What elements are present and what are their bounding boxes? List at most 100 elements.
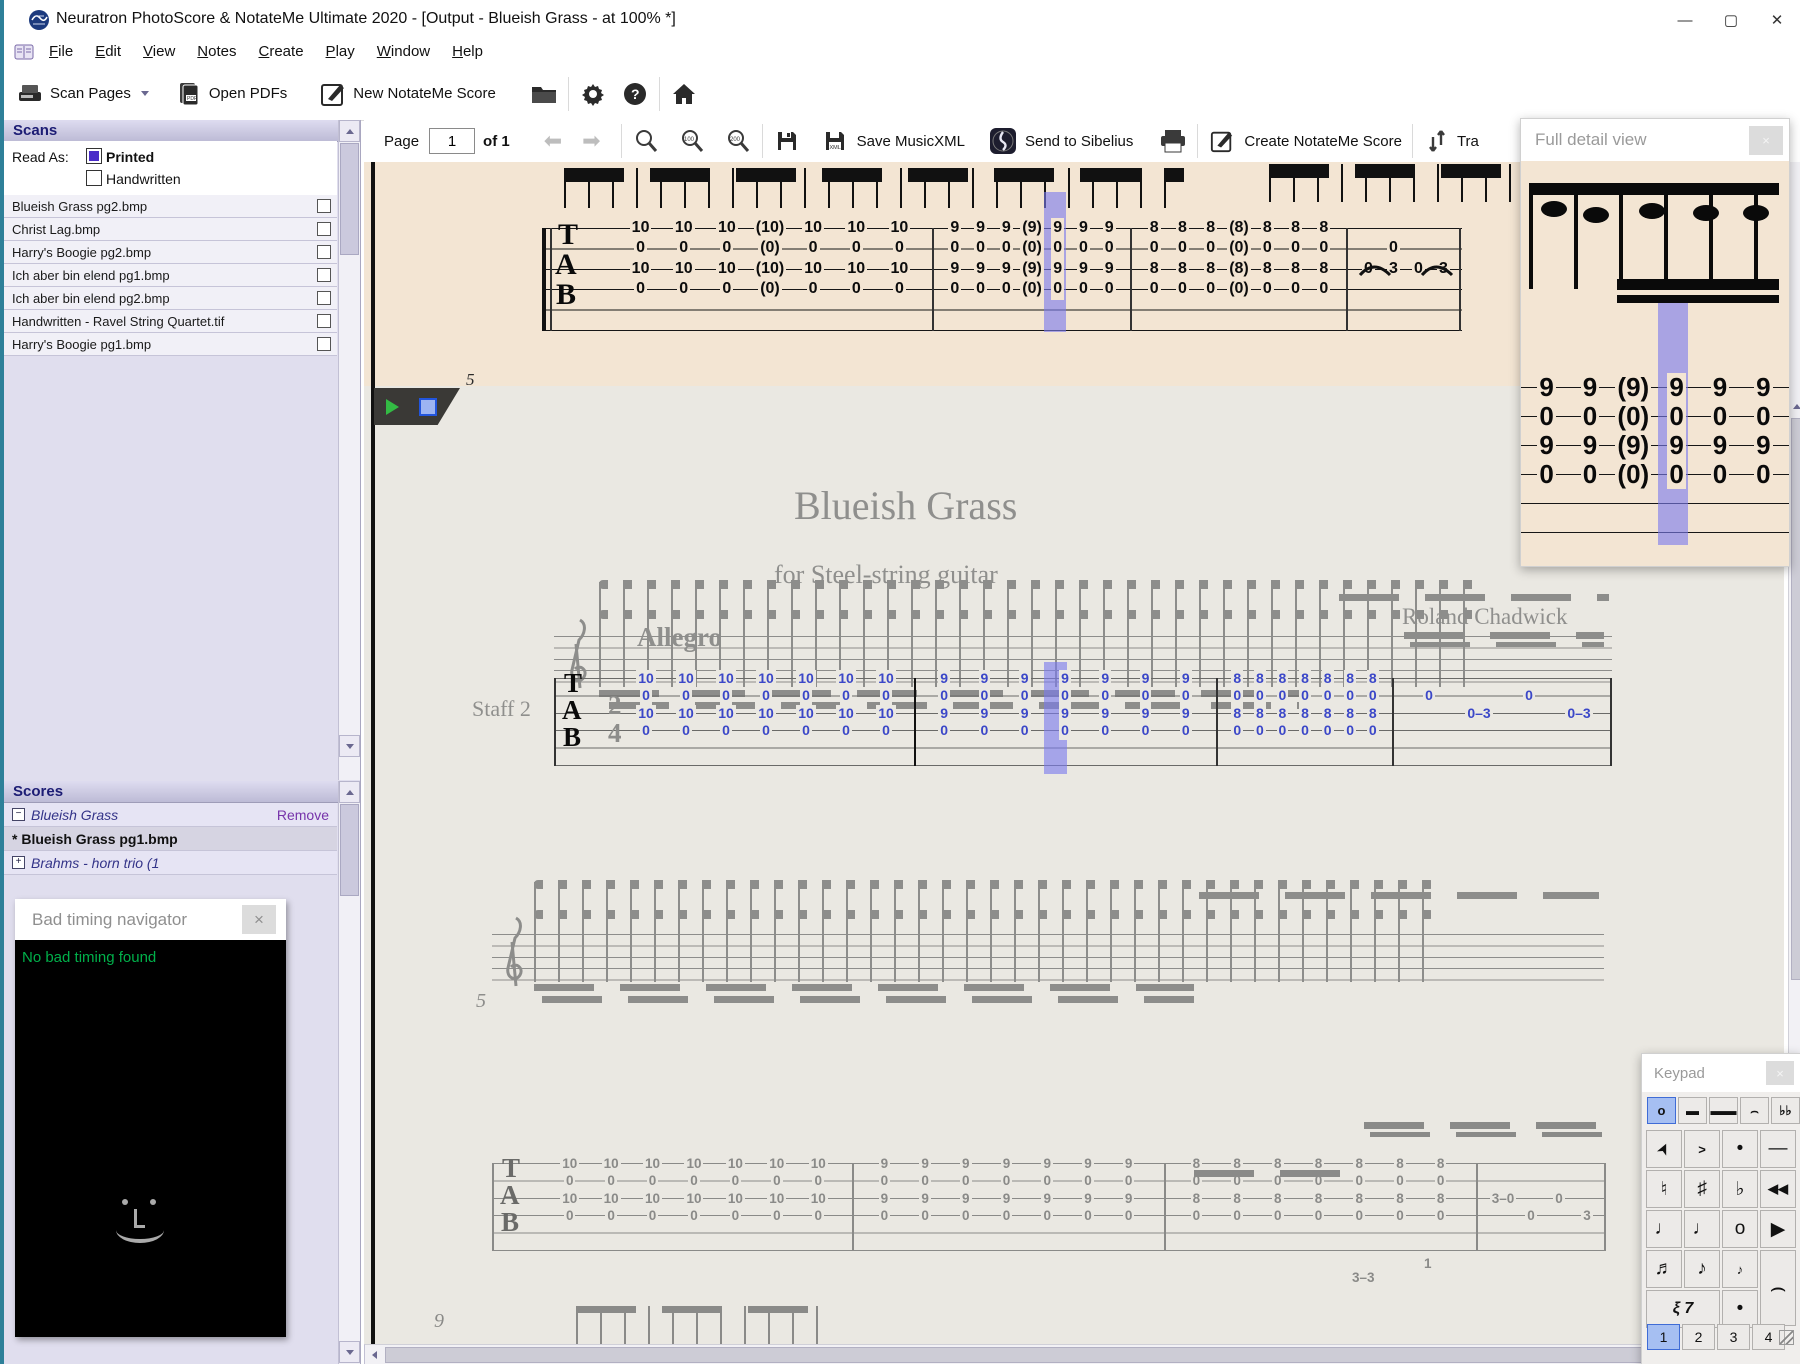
tab-column[interactable]: 10 0 10 0 [786,670,826,740]
menu-item[interactable]: Help [442,40,493,63]
tab-column[interactable]: 10 0 10 0 [866,670,906,740]
close-icon[interactable]: × [1749,125,1783,155]
tab-column[interactable]: 9090 [864,1155,905,1225]
tab-column[interactable]: 10 0 10 0 [590,1155,631,1225]
tab-column[interactable]: 9090 [1125,670,1165,740]
keypad-button[interactable]: ♪ [1684,1250,1720,1288]
keypad-tool-button[interactable]: o [1647,1097,1676,1124]
close-icon[interactable]: × [1766,1061,1794,1085]
printer-icon[interactable] [1159,127,1187,155]
tab-column[interactable]: 8080 [1249,670,1272,740]
tab-column[interactable]: 9090 [1166,670,1206,740]
maximize-button[interactable]: ▢ [1708,0,1754,40]
keypad-tool-button[interactable]: ⌢ [1740,1097,1769,1124]
keypad-button[interactable]: ▶ [1760,1210,1796,1248]
menu-item[interactable]: Edit [85,40,131,63]
tab-column[interactable]: 0 [1517,1155,1545,1225]
settings-button[interactable] [579,67,607,120]
scrollbar-thumb[interactable] [340,143,359,255]
tab-column[interactable]: 8080 [1217,1155,1258,1225]
help-button[interactable]: ? [621,67,649,120]
close-icon[interactable]: × [242,905,276,934]
create-notateme-label[interactable]: Create NotateMe Score [1244,133,1402,150]
scan-file-checkbox[interactable] [317,314,331,328]
tab-column[interactable]: 8080 [1298,1155,1339,1225]
resize-grip[interactable] [1779,1330,1794,1345]
tab-column[interactable]: 3–0 [1489,1155,1517,1225]
scroll-down-button[interactable] [339,1341,360,1363]
keypad-button[interactable]: • [1722,1130,1758,1168]
keypad-button[interactable]: ξ 7 [1646,1290,1720,1328]
tree-expand-icon[interactable]: + [12,856,25,869]
scan-file-row[interactable]: Harry's Boogie pg1.bmp [4,333,337,356]
keypad-button[interactable]: ♮ [1646,1170,1682,1208]
tab-measure[interactable]: 0 0–3 0 0–3 [1404,670,1604,740]
scan-file-row[interactable]: Blueish Grass pg2.bmp [4,195,337,218]
tab-column[interactable]: 9090 [1005,670,1045,740]
tab-column[interactable]: 10 0 10 0 [715,1155,756,1225]
keypad-title-bar[interactable]: Keypad × [1642,1054,1800,1092]
score-title[interactable]: Blueish Grass [794,482,1017,529]
tab-column[interactable]: 9090 [1045,670,1085,740]
open-folder-button[interactable] [530,67,558,120]
tab-column[interactable]: 9090 [1027,1155,1068,1225]
zoom-100-icon[interactable]: 100 [678,127,706,155]
keypad-button[interactable]: ⌢ [1760,1250,1796,1326]
send-to-sibelius-label[interactable]: Send to Sibelius [1025,133,1133,150]
menu-item[interactable]: View [133,40,185,63]
menu-item[interactable]: File [39,40,83,63]
open-pdfs-button[interactable]: PDF Open PDFs [175,67,293,120]
tab-column[interactable]: 0 [1404,670,1454,740]
pencil-square-icon[interactable] [1208,127,1236,155]
tab-column[interactable]: 10 0 10 0 [626,670,666,740]
minimize-button[interactable]: — [1662,0,1708,40]
new-notateme-button[interactable]: New NotateMe Score [319,67,502,120]
tab-column[interactable]: 10 0 10 0 [706,670,746,740]
keypad-button[interactable]: ♯ [1684,1170,1720,1208]
handwritten-checkbox[interactable] [86,170,102,186]
back-arrow-icon[interactable]: ⬅ [544,128,562,154]
keypad-tab[interactable]: 2 [1682,1324,1715,1350]
keypad-tool-button[interactable]: ▬▬ [1709,1097,1738,1124]
tab-column[interactable]: 10 0 10 0 [798,1155,839,1225]
keypad-button[interactable]: — [1760,1130,1796,1168]
detail-view-body[interactable]: 9 0 9 0 9 0 9 0 (9) (0) (9) (0) 9 0 9 0 9 0 9 0 9 0 9 0 [1521,161,1789,566]
tab-column[interactable]: 0–3 [1454,670,1504,740]
tab-column[interactable]: 0 [1504,670,1554,740]
scores-scrollbar[interactable] [338,781,360,1364]
score-page-item-selected[interactable]: * Blueish Grass pg1.bmp [4,827,337,851]
scans-scrollbar[interactable] [338,120,360,780]
tab-number-below[interactable]: 3–3 [1352,1270,1375,1285]
detail-view-title-bar[interactable]: Full detail view × [1521,119,1789,161]
tab-column[interactable]: 8080 [1339,670,1362,740]
tab-column[interactable]: 8080 [1380,1155,1421,1225]
keypad-button[interactable]: ♪ [1722,1250,1758,1288]
zoom-200-icon[interactable]: 200 [724,127,752,155]
keypad-button[interactable]: ◀◀ [1760,1170,1796,1208]
tab-column[interactable]: 9090 [924,670,964,740]
menu-item[interactable]: Create [249,40,314,63]
tree-collapse-icon[interactable]: − [12,808,25,821]
menu-item[interactable]: Notes [187,40,246,63]
scan-file-row[interactable]: Ich aber bin elend pg1.bmp [4,264,337,287]
tab-measure[interactable]: 10 0 10 0 10 0 10 0 10 0 10 0 10 0 10 0 10 0 10 0 10 0 10 0 10 0 1… [626,670,906,740]
page-number-input[interactable] [429,128,476,154]
score-tree-item[interactable]: + Brahms - horn trio (1 [4,851,337,875]
remove-link[interactable]: Remove [277,807,329,823]
scrollbar-thumb[interactable] [1791,418,1800,980]
keypad-button[interactable]: > [1684,1130,1720,1168]
tab-column[interactable]: 8080 [1316,670,1339,740]
keypad-button[interactable]: o [1722,1210,1758,1248]
tab-column[interactable]: 10 0 10 0 [549,1155,590,1225]
keypad-button[interactable]: ♩ [1684,1210,1720,1248]
scan-file-row[interactable]: Handwritten - Ravel String Quartet.tif [4,310,337,333]
tab-column[interactable]: 3 [1573,1155,1601,1225]
tab-column[interactable]: 0 [1545,1155,1573,1225]
tab-column[interactable]: 10 0 10 0 [746,670,786,740]
main-horizontal-scrollbar[interactable] [364,1344,1789,1364]
scan-file-row[interactable]: Christ Lag.bmp [4,218,337,241]
tab-column[interactable]: 8080 [1176,1155,1217,1225]
score-tree-item[interactable]: − Blueish Grass Remove [4,803,337,827]
keypad-tab[interactable]: 1 [1647,1324,1680,1350]
scroll-up-button[interactable] [339,781,360,803]
